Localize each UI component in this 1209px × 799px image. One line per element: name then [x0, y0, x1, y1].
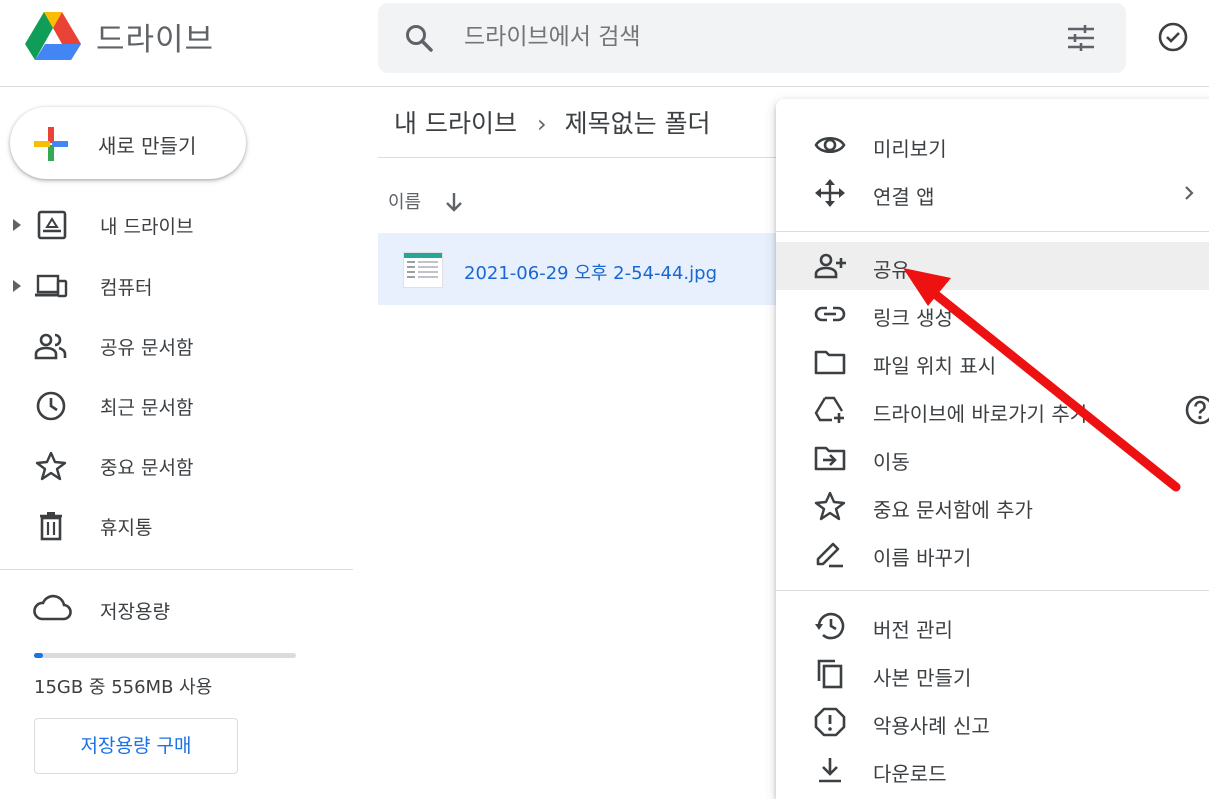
computers-icon: [34, 271, 68, 301]
file-row[interactable]: 2021-06-29 오후 2-54-44.jpg: [378, 233, 798, 305]
download-icon: [814, 755, 846, 785]
sidebar-item-label: 공유 문서함: [100, 337, 194, 359]
menu-item-report-abuse[interactable]: 악용사례 신고: [776, 698, 1209, 746]
main-divider: [378, 157, 778, 158]
app-name: 드라이브: [96, 22, 215, 58]
sidebar-item-recent[interactable]: 최근 문서함: [0, 381, 353, 431]
link-icon: [814, 299, 846, 329]
shared-icon: [34, 331, 68, 361]
menu-item-label: 악용사례 신고: [873, 714, 990, 738]
storage-usage-fill: [34, 653, 43, 658]
chevron-right-icon: [1182, 183, 1196, 203]
menu-item-preview[interactable]: 미리보기: [776, 121, 1209, 169]
my-drive-icon: [34, 210, 68, 240]
sidebar-item-starred[interactable]: 중요 문서함: [0, 441, 353, 491]
menu-item-label: 파일 위치 표시: [873, 354, 997, 378]
breadcrumb-item-current-folder[interactable]: 제목없는 폴더: [565, 109, 711, 138]
breadcrumb-item-my-drive[interactable]: 내 드라이브: [394, 109, 517, 138]
file-name[interactable]: 2021-06-29 오후 2-54-44.jpg: [464, 259, 717, 285]
menu-item-show-location[interactable]: 파일 위치 표시: [776, 338, 1209, 386]
report-icon: [814, 707, 846, 737]
plus-icon: [32, 125, 70, 163]
sidebar-item-label: 컴퓨터: [100, 277, 153, 299]
eye-icon: [814, 130, 846, 160]
menu-item-add-starred[interactable]: 중요 문서함에 추가: [776, 482, 1209, 530]
menu-item-get-link[interactable]: 링크 생성: [776, 290, 1209, 338]
menu-item-label: 연결 앱: [873, 185, 935, 209]
copy-icon: [814, 659, 846, 689]
search-bar[interactable]: [378, 3, 1126, 73]
top-bar: 드라이브: [0, 0, 1209, 87]
storage-usage-bar: [34, 653, 296, 658]
history-icon: [814, 611, 846, 641]
menu-item-share[interactable]: 공유: [776, 242, 1209, 290]
buy-storage-button[interactable]: 저장용량 구매: [34, 718, 238, 774]
menu-item-manage-versions[interactable]: 버전 관리: [776, 602, 1209, 650]
sidebar-item-my-drive[interactable]: 내 드라이브: [0, 200, 353, 250]
chevron-right-icon: ›: [536, 110, 547, 138]
sort-column-header[interactable]: 이름: [388, 188, 421, 214]
image-thumbnail: [403, 252, 443, 288]
menu-item-open-with[interactable]: 연결 앱: [776, 169, 1209, 217]
help-icon[interactable]: [1184, 394, 1209, 426]
offline-status-icon[interactable]: [1156, 20, 1190, 54]
move-icon: [814, 443, 846, 473]
menu-item-label: 미리보기: [873, 137, 947, 161]
sidebar-item-shared[interactable]: 공유 문서함: [0, 321, 353, 371]
menu-item-download[interactable]: 다운로드: [776, 746, 1209, 794]
arrow-down-icon[interactable]: [442, 190, 466, 214]
menu-item-make-copy[interactable]: 사본 만들기: [776, 650, 1209, 698]
breadcrumb: 내 드라이브 › 제목없는 폴더: [394, 104, 711, 140]
search-icon[interactable]: [404, 23, 434, 53]
expand-caret-icon[interactable]: [10, 216, 24, 234]
add-shortcut-icon: [814, 395, 846, 425]
menu-item-label: 링크 생성: [873, 306, 953, 330]
menu-item-label: 드라이브에 바로가기 추가: [873, 402, 1089, 426]
menu-item-rename[interactable]: 이름 바꾸기: [776, 530, 1209, 578]
search-input[interactable]: [462, 23, 1026, 51]
drive-logo-icon[interactable]: [24, 12, 82, 62]
menu-item-label: 사본 만들기: [873, 666, 972, 690]
sidebar-divider: [0, 569, 353, 570]
sidebar-item-computers[interactable]: 컴퓨터: [0, 261, 353, 311]
menu-item-label: 버전 관리: [873, 618, 953, 642]
rename-icon: [814, 539, 846, 569]
open-with-icon: [814, 178, 846, 208]
menu-item-label: 이름 바꾸기: [873, 546, 972, 570]
menu-item-label: 이동: [873, 450, 910, 474]
storage-usage-text: 15GB 중 556MB 사용: [34, 677, 213, 698]
sidebar-item-label: 최근 문서함: [100, 397, 194, 419]
menu-item-label: 공유: [873, 258, 910, 282]
expand-caret-icon[interactable]: [10, 277, 24, 295]
menu-item-label: 중요 문서함에 추가: [873, 498, 1033, 522]
trash-icon: [34, 511, 68, 541]
menu-item-move[interactable]: 이동: [776, 434, 1209, 482]
sidebar-item-trash[interactable]: 휴지통: [0, 501, 353, 551]
sidebar-item-label: 휴지통: [100, 517, 153, 539]
menu-divider: [776, 590, 1209, 591]
clock-icon: [34, 391, 68, 421]
cloud-icon: [32, 593, 72, 623]
sidebar: 새로 만들기 내 드라이브 컴퓨터 공유 문서함 최근 문서함 중요 문서함 휴…: [0, 87, 353, 783]
menu-divider: [776, 231, 1209, 232]
new-button-label: 새로 만들기: [98, 134, 197, 158]
menu-item-add-shortcut[interactable]: 드라이브에 바로가기 추가: [776, 386, 1209, 434]
storage-label[interactable]: 저장용량: [100, 597, 170, 624]
tune-icon[interactable]: [1066, 23, 1096, 53]
folder-icon: [814, 347, 846, 377]
star-icon: [814, 491, 846, 521]
sidebar-item-label: 중요 문서함: [100, 457, 194, 479]
star-icon: [34, 451, 68, 481]
context-menu: 미리보기 연결 앱 공유 링크 생성 파일 위치 표시 드라이브에 바로가기 추…: [776, 99, 1209, 799]
person-add-icon: [814, 251, 846, 281]
sidebar-item-label: 내 드라이브: [100, 216, 194, 238]
new-button[interactable]: 새로 만들기: [10, 107, 246, 179]
